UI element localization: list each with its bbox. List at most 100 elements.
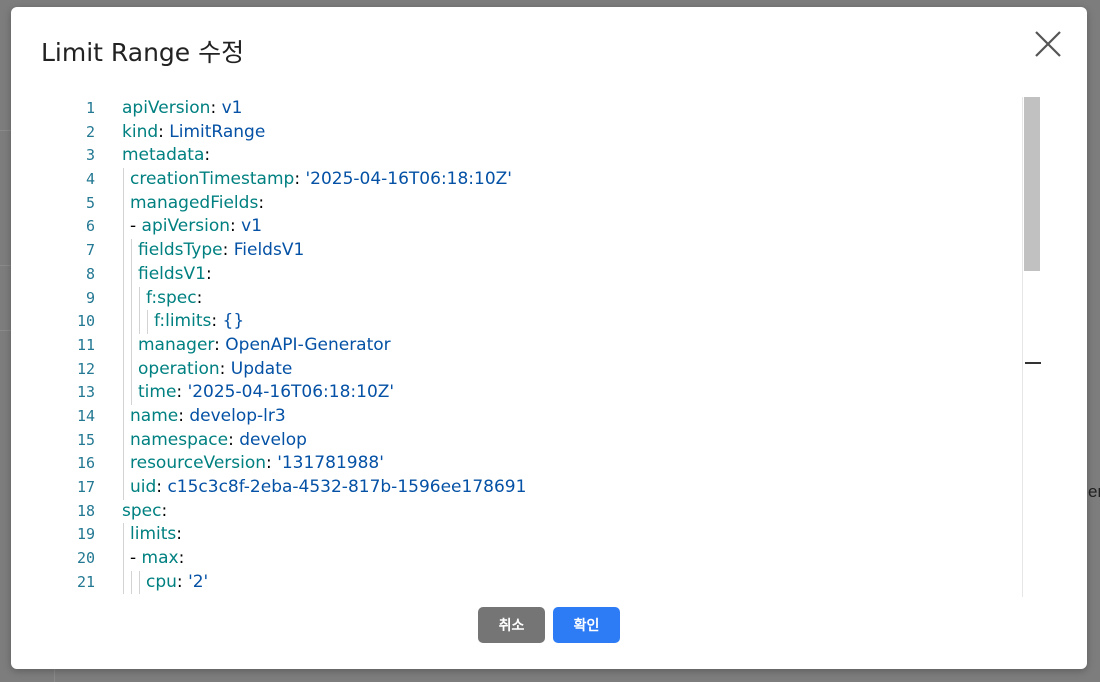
edit-limit-range-modal: Limit Range 수정 1 2 3 4 5 6 7 8 9 10 11 12 13 14 15 16 17…: [11, 7, 1087, 669]
code-line[interactable]: f:limits: {}: [122, 310, 1023, 334]
indent-guide: [123, 333, 124, 358]
yaml-value: {}: [222, 311, 245, 332]
line-number: 13: [76, 383, 95, 402]
modal-title: Limit Range 수정: [41, 38, 245, 67]
indent-guide: [139, 310, 140, 334]
yaml-value: develop-lr3: [189, 405, 286, 426]
line-number: 15: [76, 430, 95, 449]
code-line[interactable]: time: '2025-04-16T06:18:10Z': [122, 381, 1023, 405]
yaml-key: apiVersion: [122, 98, 211, 118]
yaml-key: f:limits: [154, 311, 212, 332]
code-line[interactable]: - apiVersion: v1: [122, 215, 1023, 240]
line-number: 3: [85, 146, 95, 165]
yaml-punctuation: :: [176, 382, 188, 403]
yaml-punctuation: :: [266, 453, 278, 474]
yaml-punctuation: :: [222, 240, 234, 261]
yaml-key: fieldsType: [138, 240, 223, 261]
code-line[interactable]: uid: c15c3c8f-2eba-4532-817b-1596ee17869…: [122, 476, 1023, 500]
code-line[interactable]: resourceVersion: '131781988': [122, 452, 1023, 476]
indent-guide: [123, 310, 124, 334]
indent-guide: [123, 215, 124, 240]
line-number: 9: [85, 288, 95, 307]
code-line[interactable]: cpu: '2': [122, 570, 1023, 595]
indent-guide: [139, 286, 140, 311]
yaml-punctuation: :: [211, 311, 223, 332]
background-divider: [54, 669, 55, 682]
indent-guide: [123, 404, 124, 429]
line-number: 4: [85, 170, 95, 189]
yaml-key: max: [141, 548, 179, 569]
code-area[interactable]: apiVersion: v1 kind: LimitRange metadata: c…: [122, 97, 1023, 595]
yaml-value: FieldsV1: [233, 240, 305, 261]
cancel-button[interactable]: 취소: [478, 607, 545, 643]
indent-guide: [123, 262, 124, 287]
code-line[interactable]: fieldsType: FieldsV1: [122, 239, 1023, 263]
code-line[interactable]: f:spec:: [122, 286, 1023, 311]
confirm-button[interactable]: 확인: [553, 607, 620, 643]
yaml-punctuation: :: [156, 477, 168, 497]
yaml-punctuation: :: [230, 216, 242, 237]
code-line[interactable]: apiVersion: v1: [122, 97, 1023, 121]
code-line[interactable]: name: develop-lr3: [122, 404, 1023, 429]
yaml-punctuation: :: [176, 571, 189, 592]
background-divider: [0, 330, 11, 331]
code-line[interactable]: spec:: [122, 500, 1023, 524]
yaml-key: namespace: [130, 429, 229, 450]
line-number: 8: [85, 264, 95, 283]
indent-guide: [123, 476, 124, 500]
yaml-key: uid: [130, 477, 157, 497]
code-line[interactable]: - max:: [122, 547, 1023, 571]
yaml-key: f:spec: [146, 287, 197, 308]
indent-guide: [131, 286, 132, 311]
yaml-value: develop: [239, 429, 307, 450]
line-number: 19: [76, 525, 95, 544]
yaml-code-editor[interactable]: 1 2 3 4 5 6 7 8 9 10 11 12 13 14 15 16 17 18 19 20 21 apiVer…: [51, 97, 1041, 597]
scrollbar-thumb[interactable]: [1024, 97, 1040, 271]
code-line[interactable]: manager: OpenAPI-Generator: [122, 333, 1023, 358]
indent-guide: [123, 570, 124, 595]
background-divider: [0, 130, 11, 131]
editor-scrollbar[interactable]: [1022, 97, 1041, 597]
yaml-punctuation: :: [258, 192, 265, 213]
yaml-punctuation: :: [178, 548, 185, 569]
yaml-key: kind: [122, 121, 159, 142]
line-number: 2: [85, 122, 95, 141]
yaml-key: spec: [122, 500, 162, 521]
indent-guide: [123, 357, 124, 382]
yaml-key: apiVersion: [141, 216, 230, 237]
code-line[interactable]: limits:: [122, 523, 1023, 548]
indent-guide: [131, 381, 132, 405]
code-line[interactable]: managedFields:: [122, 191, 1023, 216]
yaml-value: v1: [241, 216, 263, 237]
yaml-punctuation: :: [204, 145, 211, 166]
code-line[interactable]: namespace: develop: [122, 428, 1023, 453]
yaml-key: cpu: [146, 571, 177, 592]
indent-guide: [123, 428, 124, 453]
close-icon: [1035, 31, 1061, 57]
yaml-key: manager: [138, 334, 215, 355]
code-line[interactable]: creationTimestamp: '2025-04-16T06:18:10Z…: [122, 168, 1023, 192]
line-number: 14: [76, 406, 95, 425]
yaml-key: time: [138, 382, 177, 403]
yaml-key: name: [130, 405, 179, 426]
yaml-punctuation: :: [210, 98, 222, 118]
background-divider: [0, 265, 11, 266]
code-line[interactable]: operation: Update: [122, 357, 1023, 382]
code-line[interactable]: fieldsV1:: [122, 262, 1023, 287]
indent-guide: [131, 239, 132, 263]
code-line[interactable]: metadata:: [122, 144, 1023, 168]
yaml-key: resourceVersion: [130, 453, 267, 474]
indent-guide: [123, 286, 124, 311]
yaml-value: '2': [188, 571, 209, 592]
yaml-key: managedFields: [130, 192, 259, 213]
yaml-value: OpenAPI-Generator: [225, 334, 391, 355]
line-number: 11: [76, 335, 95, 354]
line-number: 20: [76, 549, 95, 568]
line-number: 7: [85, 241, 95, 260]
code-line[interactable]: kind: LimitRange: [122, 121, 1023, 145]
yaml-punctuation: :: [196, 287, 203, 308]
yaml-punctuation: :: [161, 500, 168, 521]
indent-guide: [123, 523, 124, 548]
close-button[interactable]: [1033, 29, 1063, 59]
line-number: 1: [85, 99, 95, 117]
